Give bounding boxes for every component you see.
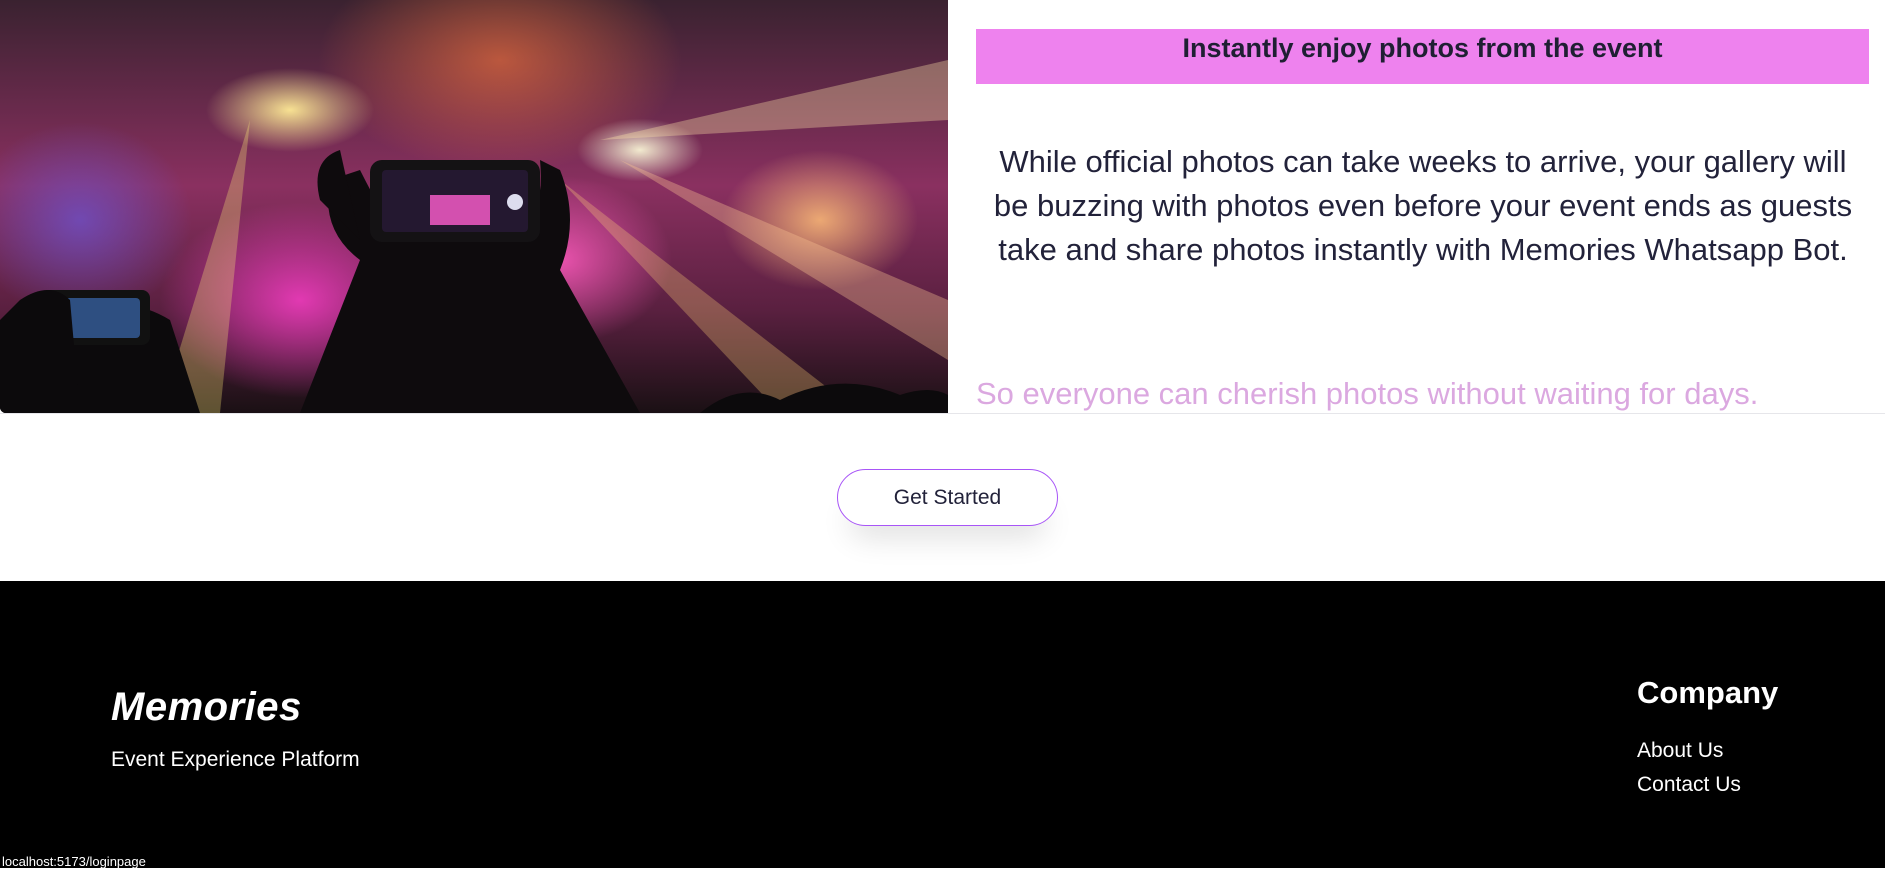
- get-started-button[interactable]: Get Started: [837, 469, 1058, 526]
- footer-company-heading: Company: [1637, 675, 1779, 710]
- crowd-silhouette-icon: [0, 60, 948, 413]
- feature-description: While official photos can take weeks to …: [993, 144, 1853, 267]
- footer-brand-logo: Memories: [111, 685, 302, 729]
- feature-headline: Instantly enjoy photos from the event: [1182, 33, 1663, 63]
- feature-subtext: So everyone can cherish photos without w…: [976, 376, 1759, 411]
- status-bar-url: localhost:5173/loginpage: [2, 854, 146, 869]
- feature-section: Instantly enjoy photos from the event Wh…: [0, 0, 1885, 414]
- about-us-link[interactable]: About Us: [1637, 739, 1723, 763]
- footer-tagline: Event Experience Platform: [111, 748, 360, 771]
- footer: Memories Event Experience Platform Compa…: [0, 581, 1885, 869]
- contact-us-link[interactable]: Contact Us: [1637, 773, 1741, 797]
- concert-crowd-photo: [0, 0, 948, 413]
